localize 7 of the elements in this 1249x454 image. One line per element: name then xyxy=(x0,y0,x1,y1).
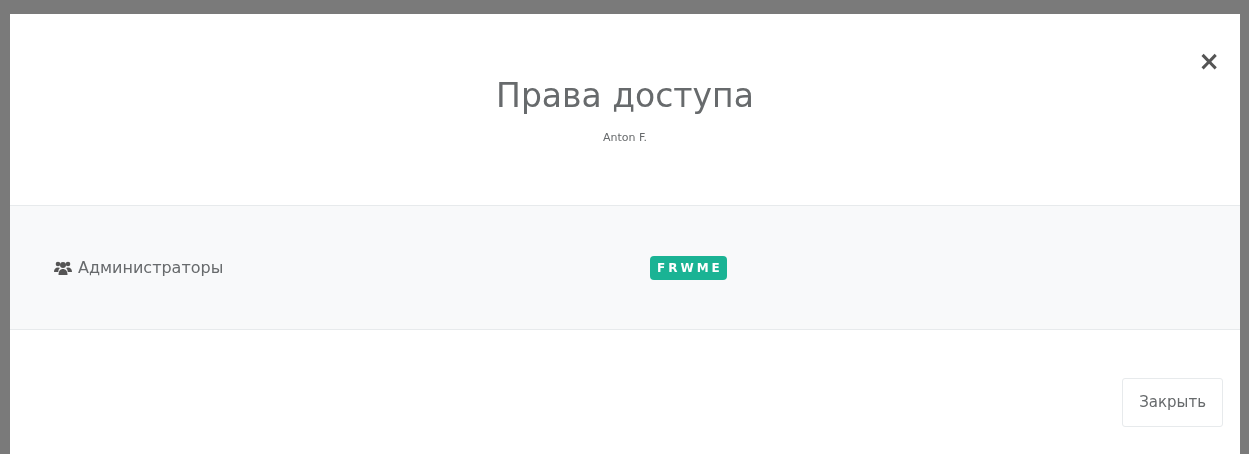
close-button[interactable]: × xyxy=(1194,48,1224,74)
users-icon xyxy=(54,260,72,275)
group-name: Администраторы xyxy=(78,256,224,279)
user-name: Anton F. xyxy=(602,129,648,146)
rights-label: FRWME xyxy=(650,255,727,280)
close-dialog-button[interactable]: Закрыть xyxy=(1122,378,1223,427)
modal-title: Права доступа xyxy=(496,76,754,116)
